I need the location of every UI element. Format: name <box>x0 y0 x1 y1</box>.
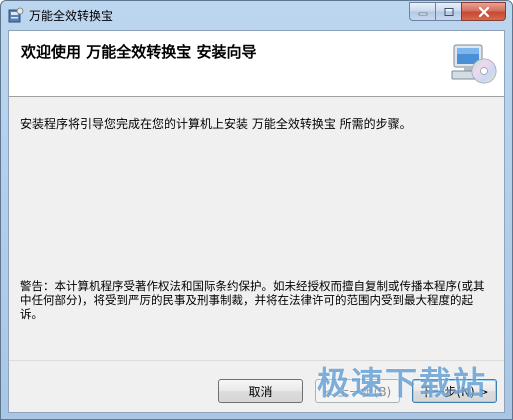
wizard-header: 欢迎使用 万能全效转换宝 安装向导 <box>9 31 504 97</box>
caption-buttons <box>409 2 506 21</box>
copyright-warning: 警告：本计算机程序受著作权法和国际条约保护。如未经授权而擅自复制或传播本程序(或… <box>20 279 485 321</box>
installer-app-icon <box>8 7 24 23</box>
installer-window: 万能全效转换宝 欢迎使用 万能全效转换宝 安装向导 安装程序将引导您完成在您的计… <box>0 0 513 420</box>
wizard-title: 欢迎使用 万能全效转换宝 安装向导 <box>21 43 257 61</box>
maximize-button[interactable] <box>435 2 461 21</box>
minimize-icon <box>418 12 427 15</box>
close-button[interactable] <box>461 2 506 21</box>
close-icon <box>478 6 489 17</box>
intro-text: 安装程序将引导您完成在您的计算机上安装 万能全效转换宝 所需的步骤。 <box>20 117 412 131</box>
cancel-button[interactable]: 取消 <box>218 379 303 403</box>
title-bar[interactable]: 万能全效转换宝 <box>1 1 512 29</box>
window-title: 万能全效转换宝 <box>29 9 114 23</box>
minimize-button[interactable] <box>409 2 435 21</box>
computer-cd-icon <box>451 44 497 84</box>
maximize-icon <box>444 7 453 16</box>
wizard-client-area: 欢迎使用 万能全效转换宝 安装向导 安装程序将引导您完成在您的计算机上安装 万能… <box>8 30 505 413</box>
watermark: 极速下载站 <box>317 364 488 402</box>
